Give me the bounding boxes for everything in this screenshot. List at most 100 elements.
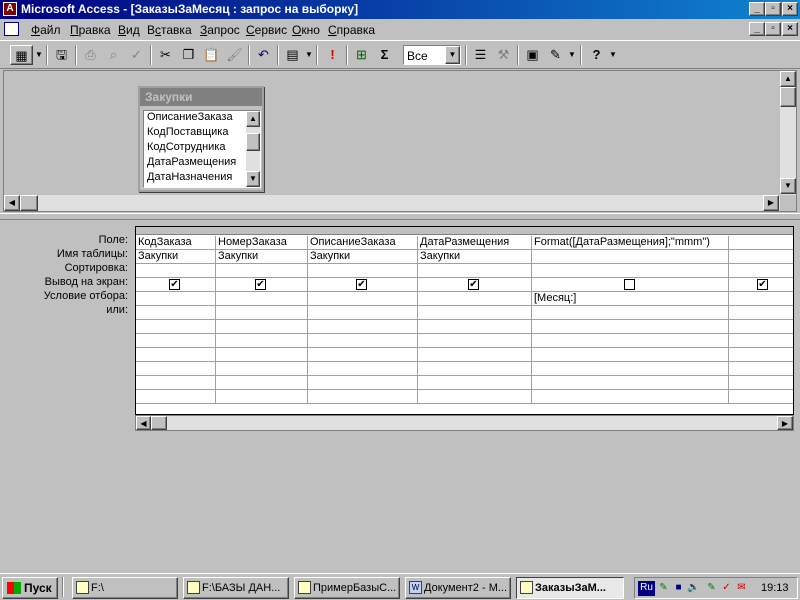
grid-cell-criteria[interactable] bbox=[729, 292, 793, 306]
grid-cell-table[interactable]: Закупки bbox=[308, 250, 418, 264]
grid-cell-or[interactable] bbox=[216, 306, 308, 320]
grid-cell-empty[interactable] bbox=[308, 362, 418, 376]
grid-cell-empty[interactable] bbox=[136, 334, 216, 348]
grid-cell-empty[interactable] bbox=[532, 348, 729, 362]
grid-cell-table[interactable] bbox=[729, 250, 793, 264]
grid-cell-sort[interactable] bbox=[136, 264, 216, 278]
grid-cell-empty[interactable] bbox=[418, 390, 532, 404]
grid-cell-or[interactable] bbox=[308, 306, 418, 320]
grid-cell-show[interactable]: ✔ bbox=[308, 278, 418, 292]
menu-query[interactable]: Запрос bbox=[200, 23, 240, 37]
grid-cell-empty[interactable] bbox=[308, 348, 418, 362]
grid-cell-field[interactable]: ДатаРазмещения bbox=[418, 236, 532, 250]
doc-close-button[interactable]: × bbox=[782, 22, 798, 36]
query-design-grid[interactable]: КодЗаказа Закупки ✔ НомерЗаказа Закупки ✔ Опис… bbox=[135, 226, 794, 415]
grid-cell-criteria[interactable] bbox=[418, 292, 532, 306]
help-icon[interactable]: ? bbox=[586, 45, 607, 65]
query-type-dropdown-icon[interactable]: ▼ bbox=[305, 45, 313, 65]
print-icon[interactable]: ⎙ bbox=[80, 45, 101, 65]
tray-tool-icon[interactable]: ✎ bbox=[704, 581, 719, 596]
close-button[interactable]: × bbox=[782, 2, 798, 16]
show-checkbox[interactable]: ✔ bbox=[468, 279, 479, 290]
undo-icon[interactable]: ↶ bbox=[253, 45, 274, 65]
language-indicator[interactable]: Ru bbox=[638, 581, 655, 596]
grid-cell-sort[interactable] bbox=[308, 264, 418, 278]
show-checkbox[interactable]: ✔ bbox=[757, 279, 768, 290]
grid-cell-empty[interactable] bbox=[729, 376, 793, 390]
document-window-icon[interactable] bbox=[4, 22, 19, 36]
maximize-button[interactable]: ▫ bbox=[765, 2, 781, 16]
clock[interactable]: 19:13 bbox=[761, 582, 789, 594]
field-list[interactable]: ОписаниеЗаказа КодПоставщика КодСотрудни… bbox=[143, 110, 261, 188]
totals-icon[interactable]: Σ bbox=[374, 45, 395, 65]
menu-edit[interactable]: Правка bbox=[70, 23, 111, 37]
copy-icon[interactable]: ❐ bbox=[178, 45, 199, 65]
menu-view[interactable]: Вид bbox=[118, 23, 140, 37]
grid-cell-empty[interactable] bbox=[729, 334, 793, 348]
show-checkbox[interactable] bbox=[624, 279, 635, 290]
grid-cell-empty[interactable] bbox=[532, 390, 729, 404]
scroll-down-icon[interactable]: ▼ bbox=[246, 171, 260, 187]
grid-cell-or[interactable] bbox=[729, 306, 793, 320]
grid-cell-show[interactable] bbox=[532, 278, 729, 292]
grid-cell-empty[interactable] bbox=[532, 334, 729, 348]
grid-cell-empty[interactable] bbox=[729, 390, 793, 404]
scroll-left-icon[interactable]: ◀ bbox=[4, 195, 20, 211]
grid-cell-empty[interactable] bbox=[136, 320, 216, 334]
run-icon[interactable]: ! bbox=[322, 45, 343, 65]
query-type-icon[interactable]: ▤ bbox=[282, 45, 303, 65]
format-painter-icon[interactable]: 🖌 bbox=[224, 45, 245, 65]
grid-cell-empty[interactable] bbox=[729, 320, 793, 334]
tray-app-icon[interactable]: ✎ bbox=[656, 581, 671, 596]
grid-cell-empty[interactable] bbox=[418, 362, 532, 376]
grid-cell-empty[interactable] bbox=[308, 334, 418, 348]
help-dropdown-icon[interactable]: ▼ bbox=[609, 45, 617, 65]
grid-cell-criteria[interactable]: [Месяц:] bbox=[532, 292, 729, 306]
grid-cell-empty[interactable] bbox=[418, 320, 532, 334]
grid-cell-empty[interactable] bbox=[418, 334, 532, 348]
grid-cell-empty[interactable] bbox=[216, 334, 308, 348]
grid-cell-table[interactable]: Закупки bbox=[216, 250, 308, 264]
upper-horizontal-scrollbar[interactable]: ◀ ▶ bbox=[4, 195, 780, 211]
spelling-icon[interactable]: ✓ bbox=[126, 45, 147, 65]
show-checkbox[interactable]: ✔ bbox=[255, 279, 266, 290]
new-object-icon[interactable]: ✎ bbox=[545, 45, 566, 65]
field-list-item[interactable]: КодПоставщика bbox=[144, 126, 260, 141]
table-area-pane[interactable]: ▲ ▼ ◀ ▶ bbox=[3, 70, 797, 212]
grid-cell-or[interactable] bbox=[136, 306, 216, 320]
grid-cell-sort[interactable] bbox=[216, 264, 308, 278]
grid-cell-empty[interactable] bbox=[216, 362, 308, 376]
grid-cell-or[interactable] bbox=[418, 306, 532, 320]
grid-cell-empty[interactable] bbox=[532, 320, 729, 334]
minimize-button[interactable]: _ bbox=[749, 2, 765, 16]
grid-cell-field[interactable] bbox=[729, 236, 793, 250]
scroll-thumb[interactable] bbox=[151, 416, 167, 430]
tray-check-icon[interactable]: ✓ bbox=[719, 581, 734, 596]
grid-cell-empty[interactable] bbox=[136, 348, 216, 362]
task-button-word[interactable]: W Документ2 - М... bbox=[405, 577, 511, 599]
build-icon[interactable]: ⚒ bbox=[493, 45, 514, 65]
grid-cell-sort[interactable] bbox=[532, 264, 729, 278]
tray-monitor-icon[interactable]: ■ bbox=[671, 581, 686, 596]
grid-cell-empty[interactable] bbox=[532, 362, 729, 376]
grid-cell-empty[interactable] bbox=[216, 376, 308, 390]
scroll-down-icon[interactable]: ▼ bbox=[780, 178, 796, 194]
menu-help[interactable]: Справка bbox=[328, 23, 375, 37]
grid-cell-empty[interactable] bbox=[136, 390, 216, 404]
grid-cell-show[interactable]: ✔ bbox=[136, 278, 216, 292]
grid-cell-show[interactable]: ✔ bbox=[729, 278, 793, 292]
volume-icon[interactable]: 🔈 bbox=[686, 581, 701, 596]
grid-cell-empty[interactable] bbox=[729, 362, 793, 376]
grid-cell-empty[interactable] bbox=[532, 376, 729, 390]
doc-minimize-button[interactable]: _ bbox=[749, 22, 765, 36]
scroll-up-icon[interactable]: ▲ bbox=[780, 71, 796, 87]
grid-cell-criteria[interactable] bbox=[216, 292, 308, 306]
view-dropdown-icon[interactable]: ▼ bbox=[35, 45, 43, 65]
grid-cell-empty[interactable] bbox=[729, 348, 793, 362]
field-list-item[interactable]: ДатаРазмещения bbox=[144, 156, 260, 171]
grid-cell-table[interactable]: Закупки bbox=[136, 250, 216, 264]
properties-icon[interactable]: ☰ bbox=[470, 45, 491, 65]
doc-restore-button[interactable]: ▫ bbox=[765, 22, 781, 36]
field-list-item[interactable]: ДатаНазначения bbox=[144, 171, 260, 186]
column-selector-bar[interactable] bbox=[136, 227, 793, 235]
